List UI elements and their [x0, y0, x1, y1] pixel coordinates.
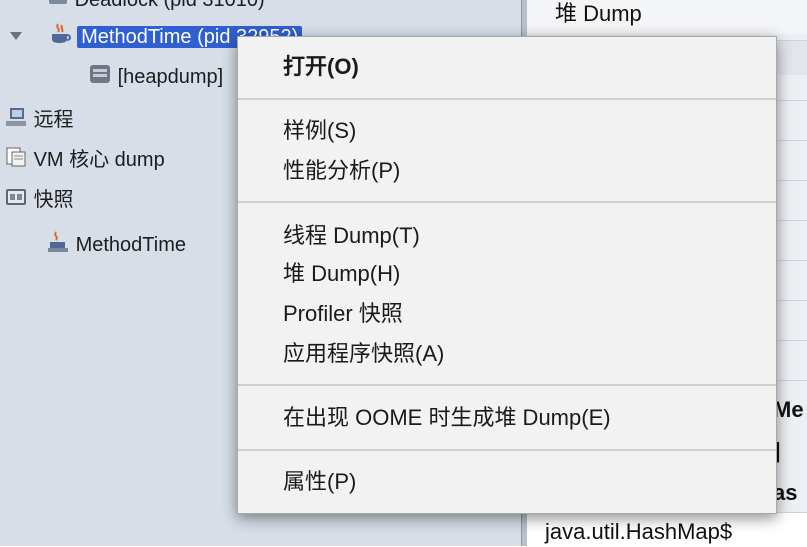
menu-item-sample[interactable]: 样例(S): [283, 116, 356, 146]
core-dump-icon: [4, 145, 28, 176]
menu-item-app-snapshot[interactable]: 应用程序快照(A): [283, 339, 444, 369]
menu-item-profiler-snapshot[interactable]: Profiler 快照: [283, 299, 403, 329]
table-row[interactable]: java.util.HashMap$: [527, 512, 807, 547]
tree-item-label: MethodTime: [75, 233, 186, 256]
menu-item-open[interactable]: 打开(O): [283, 52, 359, 82]
application-icon: [47, 0, 69, 15]
menu-separator: [238, 384, 776, 386]
remote-host-icon: [4, 105, 28, 136]
java-cup-icon: [48, 22, 72, 53]
menu-item-profile[interactable]: 性能分析(P): [283, 156, 400, 186]
menu-separator: [238, 201, 776, 203]
tree-item-snapshots[interactable]: 快照: [4, 185, 74, 211]
tab-header[interactable]: 堆 Dump: [527, 0, 807, 34]
tree-item-label: 快照: [33, 188, 74, 211]
expanded-triangle-icon[interactable]: [8, 25, 30, 51]
tree-item-label: Deadlock (pid 31010): [75, 0, 265, 11]
menu-separator: [238, 449, 776, 451]
tree-item-label: 远程: [33, 108, 74, 131]
tree-item-snapshot-methodtime[interactable]: MethodTime: [46, 230, 186, 256]
menu-item-heap-dump-oome[interactable]: 在出现 OOME 时生成堆 Dump(E): [283, 403, 611, 433]
menu-separator: [238, 98, 776, 100]
class-name-text: Me: [773, 397, 804, 422]
tree-item-label: [heapdump]: [117, 65, 224, 88]
context-menu: 打开(O) 样例(S) 性能分析(P) 线程 Dump(T) 堆 Dump(H)…: [237, 36, 777, 514]
java-snapshot-icon: [46, 230, 70, 261]
menu-item-heap-dump[interactable]: 堆 Dump(H): [283, 259, 400, 289]
tree-item-heapdump[interactable]: [heapdump]: [88, 62, 223, 88]
tree-item-deadlock[interactable]: Deadlock (pid 31010): [47, 0, 265, 12]
menu-item-thread-dump[interactable]: 线程 Dump(T): [283, 221, 420, 251]
menu-item-properties[interactable]: 属性(P): [283, 467, 356, 497]
heapdump-icon: [88, 62, 112, 93]
tree-item-remote[interactable]: 远程: [4, 105, 74, 131]
tab-title: 堆 Dump: [555, 1, 642, 26]
snapshots-icon: [4, 185, 28, 216]
tree-item-vm-core[interactable]: VM 核心 dump: [4, 145, 165, 171]
class-name-text: java.util.HashMap$: [545, 519, 733, 544]
tree-item-label: VM 核心 dump: [33, 148, 165, 171]
